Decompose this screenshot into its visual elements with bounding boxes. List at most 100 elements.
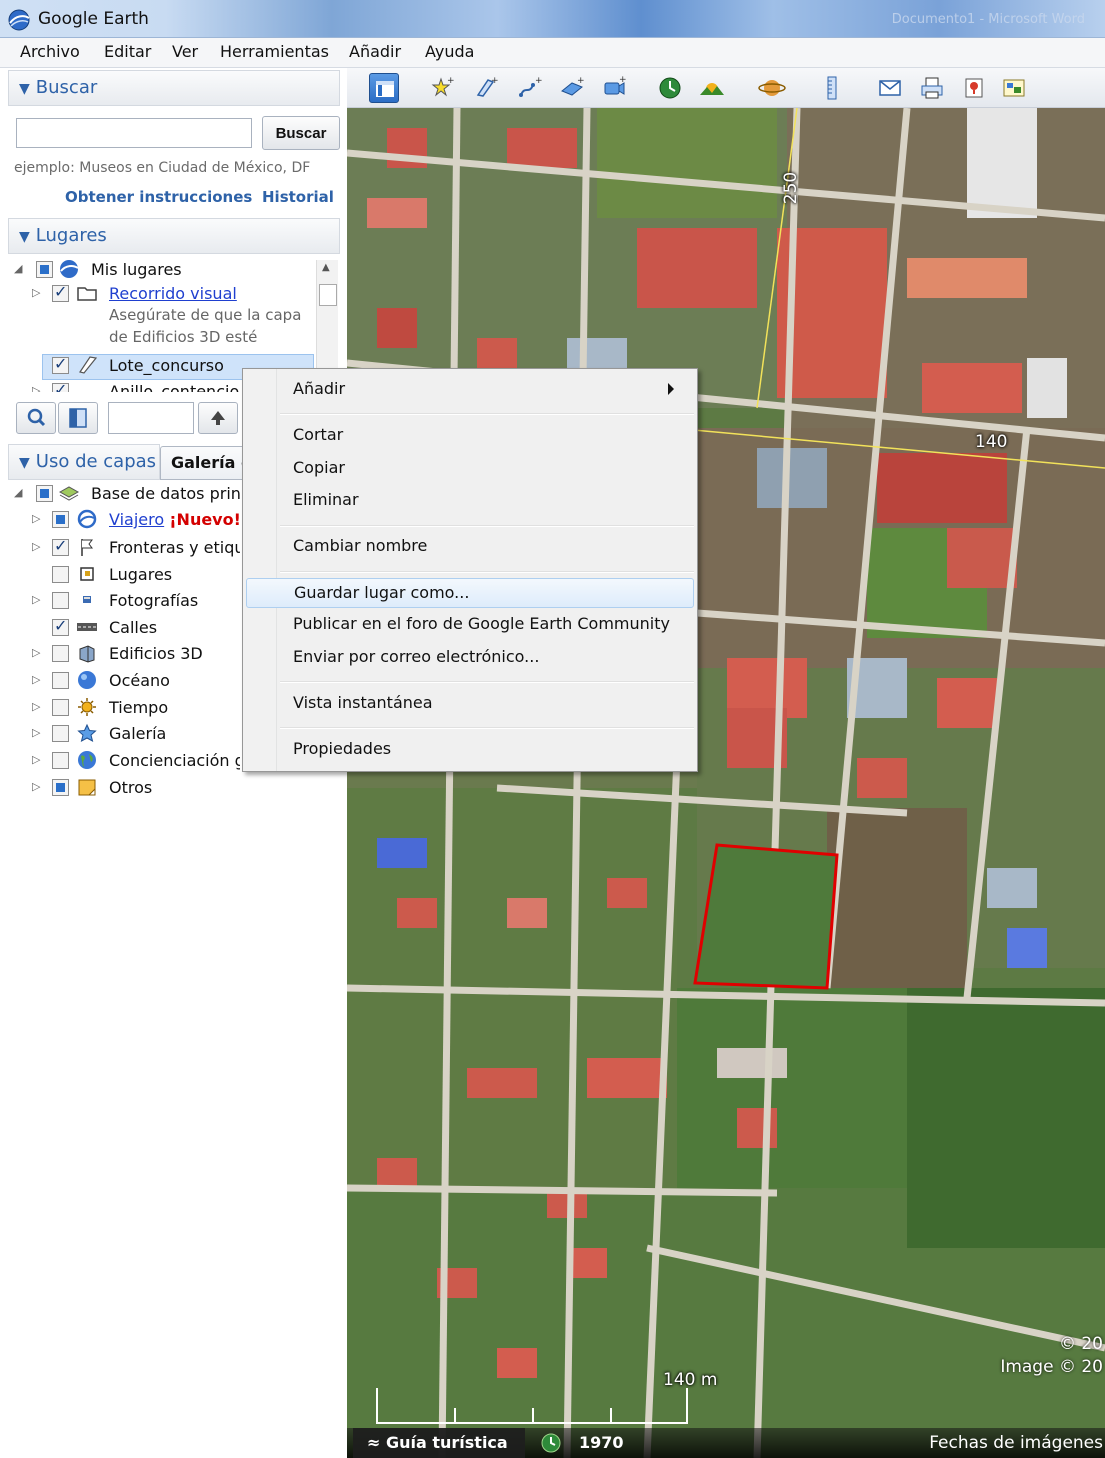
checkbox[interactable] (36, 485, 53, 502)
menu-item-cut[interactable]: Cortar (246, 421, 694, 451)
menu-item-add[interactable]: Añadir (246, 375, 694, 405)
layers-panel-title: ▼ Uso de capas (19, 451, 156, 472)
panel-toggle-button[interactable] (58, 402, 98, 434)
tree-item-label: Océano (109, 671, 170, 690)
collapsed-arrow-icon[interactable]: ▷ (32, 726, 40, 739)
menu-ayuda[interactable]: Ayuda (425, 42, 474, 61)
menu-item-snapshot-view[interactable]: Vista instantánea (246, 689, 694, 719)
historical-imagery-button[interactable] (655, 73, 685, 103)
menu-item-rename[interactable]: Cambiar nombre (246, 532, 694, 562)
checkbox[interactable] (36, 261, 53, 278)
collapsed-arrow-icon[interactable]: ▷ (32, 700, 40, 713)
menu-item-label: Vista instantánea (293, 693, 433, 712)
printer-icon (921, 77, 943, 99)
scroll-up-arrow-icon[interactable]: ▲ (322, 262, 330, 273)
checkbox[interactable] (52, 282, 69, 302)
view-in-maps-button[interactable] (959, 73, 989, 103)
sidebar-toggle-button[interactable] (369, 73, 399, 103)
scroll-thumb[interactable] (319, 284, 337, 306)
menu-herramientas[interactable]: Herramientas (220, 42, 329, 61)
search-input[interactable] (16, 118, 252, 148)
history-link[interactable]: Historial (262, 188, 334, 206)
collapsed-arrow-icon[interactable]: ▷ (32, 646, 40, 659)
viajero-link[interactable]: Viajero (109, 510, 164, 529)
checkbox[interactable] (52, 725, 69, 742)
search-places-button[interactable] (16, 402, 56, 434)
tree-item-photos[interactable]: ▷ Fotografías (30, 589, 240, 615)
collapsed-arrow-icon[interactable]: ▷ (32, 593, 40, 606)
move-up-button[interactable] (198, 402, 238, 434)
tour-guide-button[interactable]: ≈ Guía turística (353, 1428, 525, 1458)
menu-item-publish-forum[interactable]: Publicar en el foro de Google Earth Comm… (246, 610, 694, 640)
add-polygon-button[interactable]: + (471, 73, 501, 103)
save-image-button[interactable] (999, 73, 1029, 103)
menu-item-save-place-as[interactable]: Guardar lugar como... (246, 578, 694, 608)
collapsed-arrow-icon[interactable]: ▷ (32, 540, 40, 553)
menu-item-email[interactable]: Enviar por correo electrónico... (246, 643, 694, 673)
satellite-imagery[interactable] (347, 108, 1105, 1458)
collapsed-arrow-icon[interactable]: ▷ (32, 286, 40, 299)
checkbox[interactable] (52, 592, 69, 609)
places-filter-input[interactable] (108, 402, 194, 434)
tree-item-places-layer[interactable]: Lugares (30, 563, 240, 589)
places-panel-header[interactable]: ▼ Lugares (8, 218, 340, 254)
tree-item-visual-tour[interactable]: ▷ Recorrido visual (30, 282, 312, 308)
tree-item-primary-database[interactable]: ◢ Base de datos principal (12, 482, 240, 508)
tree-item-borders[interactable]: ▷ Fronteras y etiquetas (30, 536, 240, 562)
menu-item-copy[interactable]: Copiar (246, 454, 694, 484)
checkbox[interactable] (52, 779, 69, 796)
switch-planet-button[interactable] (757, 73, 787, 103)
checkbox[interactable] (52, 645, 69, 662)
tree-item-my-places[interactable]: ◢ Mis lugares (12, 258, 312, 284)
menu-item-properties[interactable]: Propiedades (246, 735, 694, 765)
sunlight-button[interactable] (697, 73, 727, 103)
lote-concurso-polygon[interactable] (693, 843, 839, 990)
checkbox[interactable] (52, 380, 69, 392)
tree-item-others[interactable]: ▷ Otros (30, 776, 240, 802)
checkbox[interactable] (52, 354, 69, 374)
add-placemark-button[interactable]: + (427, 73, 457, 103)
checkbox[interactable] (52, 536, 69, 556)
menu-ver[interactable]: Ver (172, 42, 198, 61)
collapsed-arrow-icon[interactable]: ▷ (32, 673, 40, 686)
ruler-button[interactable] (817, 73, 847, 103)
get-directions-link[interactable]: Obtener instrucciones (65, 188, 252, 206)
search-panel-header[interactable]: ▼ Buscar (8, 70, 340, 106)
tree-item-anillo[interactable]: ▷ Anillo_contencion (30, 380, 240, 392)
tree-item-viajero[interactable]: ▷ Viajero ¡Nuevo! (30, 508, 240, 534)
tab-earth-gallery[interactable]: Galería de Earth (160, 446, 250, 480)
historical-clock-icon[interactable] (539, 1432, 563, 1454)
map-view[interactable]: 250 140 140 m © 20 Image © 20 ≈ Guía tur… (347, 108, 1105, 1458)
menu-editar[interactable]: Editar (104, 42, 151, 61)
expanded-arrow-icon[interactable]: ◢ (14, 486, 22, 499)
collapsed-arrow-icon[interactable]: ▷ (32, 512, 40, 525)
expanded-arrow-icon[interactable]: ◢ (14, 262, 22, 275)
tree-item-weather[interactable]: ▷ Tiempo (30, 696, 240, 722)
print-button[interactable] (917, 73, 947, 103)
tree-item-ocean[interactable]: ▷ Océano (30, 669, 240, 695)
tree-item-label[interactable]: Recorrido visual (109, 284, 237, 303)
tree-item-gallery[interactable]: ▷ Galería (30, 722, 240, 748)
add-path-button[interactable]: + (515, 73, 545, 103)
tree-item-3d-buildings[interactable]: ▷ Edificios 3D (30, 642, 240, 668)
tree-item-roads[interactable]: Calles (30, 616, 240, 642)
collapsed-arrow-icon[interactable]: ▷ (32, 780, 40, 793)
add-image-overlay-button[interactable]: + (557, 73, 587, 103)
checkbox[interactable] (52, 566, 69, 583)
record-tour-button[interactable]: + (599, 73, 629, 103)
checkbox[interactable] (52, 672, 69, 689)
collapsed-arrow-icon[interactable]: ▷ (32, 384, 40, 392)
svg-text:+: + (447, 76, 455, 86)
menu-anadir[interactable]: Añadir (349, 42, 401, 61)
checkbox[interactable] (52, 752, 69, 769)
menu-item-delete[interactable]: Eliminar (246, 486, 694, 516)
menu-archivo[interactable]: Archivo (20, 42, 80, 61)
tree-item-global-awareness[interactable]: ▷ Concienciación global (30, 749, 240, 775)
checkbox[interactable] (52, 511, 69, 528)
checkbox[interactable] (52, 616, 69, 636)
layers-panel-header[interactable]: ▼ Uso de capas (8, 444, 160, 480)
collapsed-arrow-icon[interactable]: ▷ (32, 753, 40, 766)
email-button[interactable] (875, 73, 905, 103)
search-button[interactable]: Buscar (262, 116, 340, 150)
checkbox[interactable] (52, 699, 69, 716)
